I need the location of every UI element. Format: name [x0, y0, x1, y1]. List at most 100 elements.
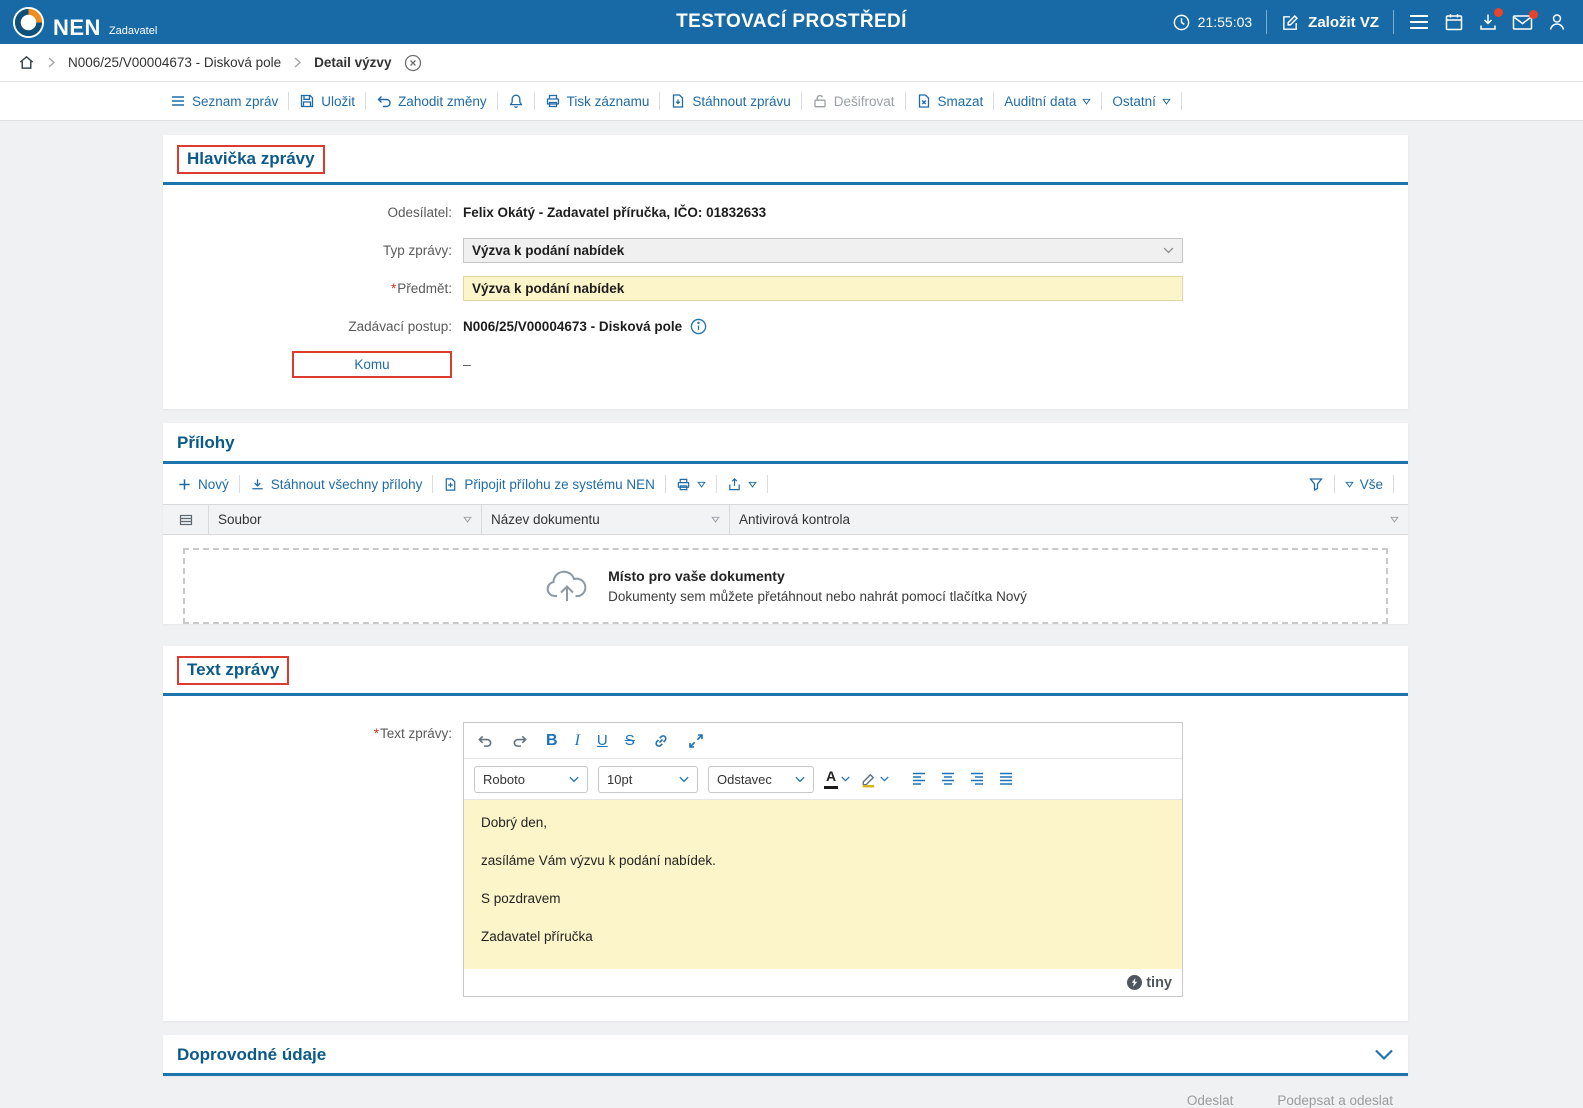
discard-changes-label: Zahodit změny: [398, 94, 487, 109]
print-attachments-menu[interactable]: [676, 477, 706, 492]
close-tab-icon[interactable]: [404, 54, 422, 72]
align-right-icon[interactable]: [969, 772, 985, 786]
sender-value: Felix Okátý - Zadavatel příručka, IČO: 0…: [463, 205, 766, 220]
breadcrumb: N006/25/V00004673 - Disková pole Detail …: [0, 44, 1583, 82]
message-type-select[interactable]: Výzva k podání nabídek: [463, 238, 1183, 263]
column-chooser-cell[interactable]: [163, 505, 209, 534]
download-message-label: Stáhnout zprávu: [692, 94, 790, 109]
column-header-nazev[interactable]: Název dokumentu: [482, 505, 730, 534]
rich-text-editor: B I U S Roboto 10pt: [463, 722, 1183, 997]
column-label: Název dokumentu: [491, 512, 600, 527]
attach-from-nen-label: Připojit přílohu ze systému NEN: [464, 477, 655, 492]
column-header-soubor[interactable]: Soubor: [209, 505, 482, 534]
create-vz-button[interactable]: Založit VZ: [1281, 13, 1379, 32]
send-button[interactable]: Odeslat: [1187, 1093, 1234, 1108]
downloads-button[interactable]: [1478, 12, 1498, 32]
discard-changes-button[interactable]: Zahodit změny: [376, 93, 487, 109]
toolbar-divider: [659, 92, 660, 110]
calendar-button[interactable]: [1444, 12, 1464, 32]
caret-down-icon: [1162, 98, 1171, 105]
new-attachment-label: Nový: [198, 477, 229, 492]
text-color-icon: A: [824, 769, 838, 788]
chevron-down-icon: [679, 776, 689, 783]
new-attachment-button[interactable]: Nový: [177, 477, 229, 492]
user-profile-button[interactable]: [1547, 12, 1567, 32]
chevron-down-icon[interactable]: [1374, 1049, 1394, 1061]
message-type-value: Výzva k podání nabídek: [472, 243, 624, 258]
align-justify-icon[interactable]: [998, 772, 1014, 786]
link-icon[interactable]: [652, 732, 670, 750]
message-text-panel: Text zprávy *Text zprávy: B I U S Roboto: [163, 646, 1408, 1021]
breadcrumb-procedure[interactable]: N006/25/V00004673 - Disková pole: [68, 55, 281, 70]
message-text-editable-area[interactable]: Dobrý den, zasíláme Vám výzvu k podání n…: [464, 800, 1182, 969]
toolbar-divider: [365, 92, 366, 110]
sign-and-send-button[interactable]: Podepsat a odeslat: [1277, 1093, 1393, 1108]
italic-button[interactable]: I: [575, 732, 580, 750]
message-line: zasíláme Vám výzvu k podání nabídek.: [481, 853, 1165, 868]
fullscreen-icon[interactable]: [687, 732, 705, 750]
filter-icon[interactable]: [1308, 476, 1324, 492]
editor-redo-icon[interactable]: [511, 733, 529, 748]
text-color-button[interactable]: A: [824, 769, 850, 788]
underline-button[interactable]: U: [597, 732, 608, 749]
print-record-button[interactable]: Tisk záznamu: [545, 93, 650, 109]
column-header-antivir[interactable]: Antivirová kontrola: [730, 505, 1408, 534]
export-attachments-menu[interactable]: [727, 477, 757, 492]
attach-from-nen-button[interactable]: Připojit přílohu ze systému NEN: [443, 477, 655, 492]
filter-caret-icon[interactable]: [711, 516, 720, 523]
other-menu[interactable]: Ostatní: [1112, 94, 1171, 109]
align-left-icon[interactable]: [911, 772, 927, 786]
notifications-bell-button[interactable]: [508, 93, 524, 109]
nen-brand[interactable]: NEN Zadavatel: [12, 6, 157, 39]
info-icon[interactable]: [690, 318, 707, 335]
align-center-icon[interactable]: [940, 772, 956, 786]
message-list-button[interactable]: Seznam zpráv: [170, 93, 278, 109]
font-family-select[interactable]: Roboto: [474, 766, 588, 793]
delete-button[interactable]: Smazat: [916, 93, 984, 109]
edit-icon: [1281, 13, 1300, 32]
recipient-label[interactable]: Komu: [292, 351, 452, 378]
chevron-right-icon: [48, 57, 55, 68]
document-delete-icon: [916, 93, 932, 109]
brand-name: NEN: [53, 17, 101, 39]
view-filter-menu[interactable]: Vše: [1345, 477, 1383, 492]
download-all-attachments-button[interactable]: Stáhnout všechny přílohy: [250, 477, 423, 492]
print-icon: [545, 93, 561, 109]
delete-label: Smazat: [938, 94, 984, 109]
user-icon: [1547, 12, 1567, 32]
strikethrough-button[interactable]: S: [625, 732, 635, 749]
filter-caret-icon[interactable]: [463, 516, 472, 523]
page-footer: Odeslat Podepsat a odeslat: [0, 1076, 1583, 1108]
toolbar-divider: [905, 92, 906, 110]
download-all-label: Stáhnout všechny přílohy: [271, 477, 423, 492]
messages-button[interactable]: [1512, 14, 1533, 31]
font-family-value: Roboto: [483, 772, 525, 787]
home-icon[interactable]: [18, 54, 35, 71]
chevron-down-icon: [795, 776, 805, 783]
bold-button[interactable]: B: [546, 732, 558, 750]
subject-value: Výzva k podání nabídek: [472, 281, 624, 296]
print-record-label: Tisk záznamu: [567, 94, 650, 109]
accompanying-data-section-head[interactable]: Doprovodné údaje: [163, 1035, 1408, 1076]
audit-data-menu[interactable]: Auditní data: [1004, 94, 1091, 109]
highlight-color-button[interactable]: [860, 771, 889, 788]
bell-icon: [508, 93, 524, 109]
environment-title: TESTOVACÍ PROSTŘEDÍ: [676, 11, 907, 33]
toolbar-divider: [1181, 92, 1182, 110]
recipient-row: Komu –: [163, 345, 1408, 383]
save-button[interactable]: Uložit: [299, 93, 355, 109]
menu-button[interactable]: [1408, 13, 1430, 31]
sender-label: Odesílatel:: [163, 205, 463, 220]
editor-undo-icon[interactable]: [476, 733, 494, 748]
subject-input[interactable]: Výzva k podání nabídek: [463, 276, 1183, 301]
message-list-label: Seznam zpráv: [192, 94, 278, 109]
font-size-select[interactable]: 10pt: [598, 766, 698, 793]
toolbar-divider: [665, 475, 666, 493]
font-size-value: 10pt: [607, 772, 632, 787]
print-icon: [676, 477, 691, 492]
block-format-select[interactable]: Odstavec: [708, 766, 814, 793]
download-message-button[interactable]: Stáhnout zprávu: [670, 93, 790, 109]
filter-caret-icon[interactable]: [1390, 516, 1399, 523]
required-asterisk: *: [391, 281, 396, 296]
attachments-dropzone[interactable]: Místo pro vaše dokumenty Dokumenty sem m…: [183, 548, 1388, 624]
